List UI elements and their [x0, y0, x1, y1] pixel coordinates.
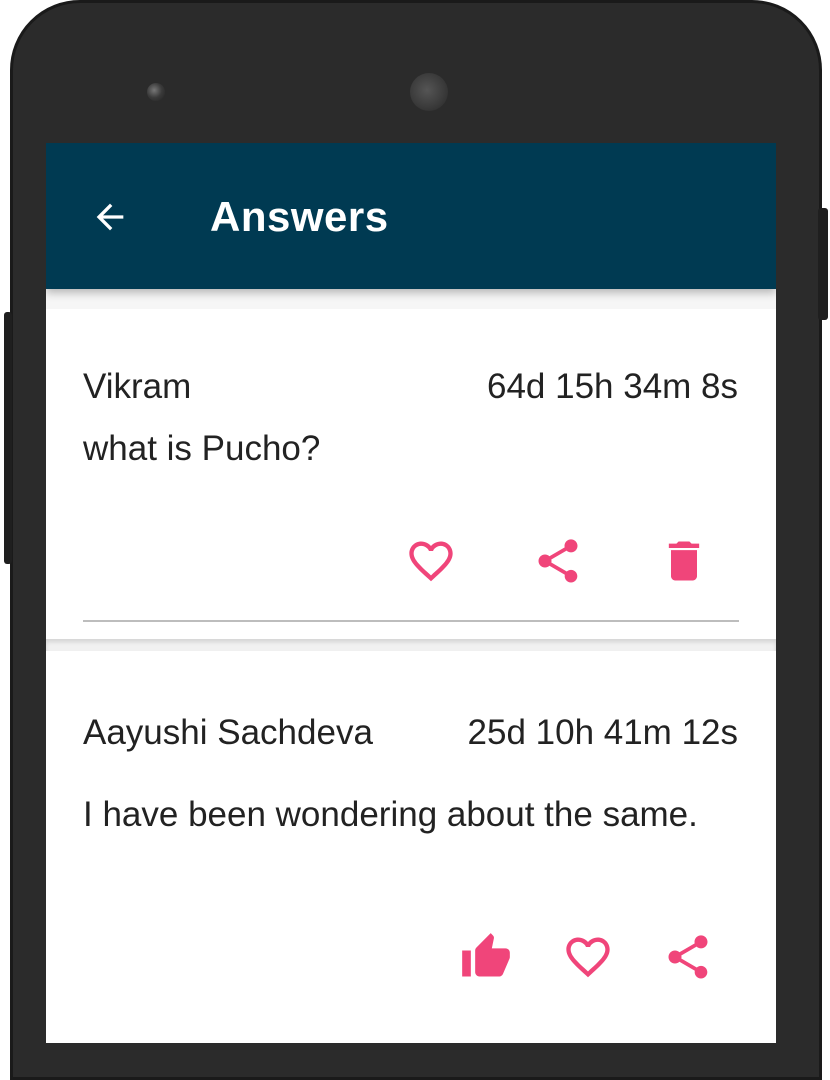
page-title: Answers — [210, 193, 389, 240]
share-icon[interactable] — [662, 931, 714, 983]
earpiece-speaker — [410, 73, 448, 111]
thumbs-up-icon[interactable] — [460, 931, 512, 983]
card-divider — [83, 620, 739, 622]
heart-outline-icon[interactable] — [405, 535, 457, 587]
answer-time: 25d 10h 41m 12s — [467, 713, 738, 752]
answer-author: Aayushi Sachdeva — [83, 713, 373, 752]
answer-card: Aayushi Sachdeva 25d 10h 41m 12s I have … — [46, 649, 776, 1043]
arrow-back-icon[interactable] — [90, 197, 130, 237]
answer-author: Vikram — [83, 367, 192, 406]
app-bar: Answers — [46, 143, 776, 289]
volume-button — [4, 312, 12, 564]
answer-text: I have been wondering about the same. — [83, 795, 698, 834]
answer-text: what is Pucho? — [83, 429, 321, 468]
answer-time: 64d 15h 34m 8s — [486, 367, 738, 406]
share-icon[interactable] — [532, 535, 584, 587]
power-button — [818, 208, 828, 320]
app-screen: Answers Vikram 64d 15h 34m 8s what is Pu… — [46, 143, 776, 1043]
heart-outline-icon[interactable] — [562, 931, 614, 983]
card-separator — [46, 639, 776, 651]
front-camera — [147, 83, 165, 101]
trash-icon[interactable] — [658, 535, 710, 587]
